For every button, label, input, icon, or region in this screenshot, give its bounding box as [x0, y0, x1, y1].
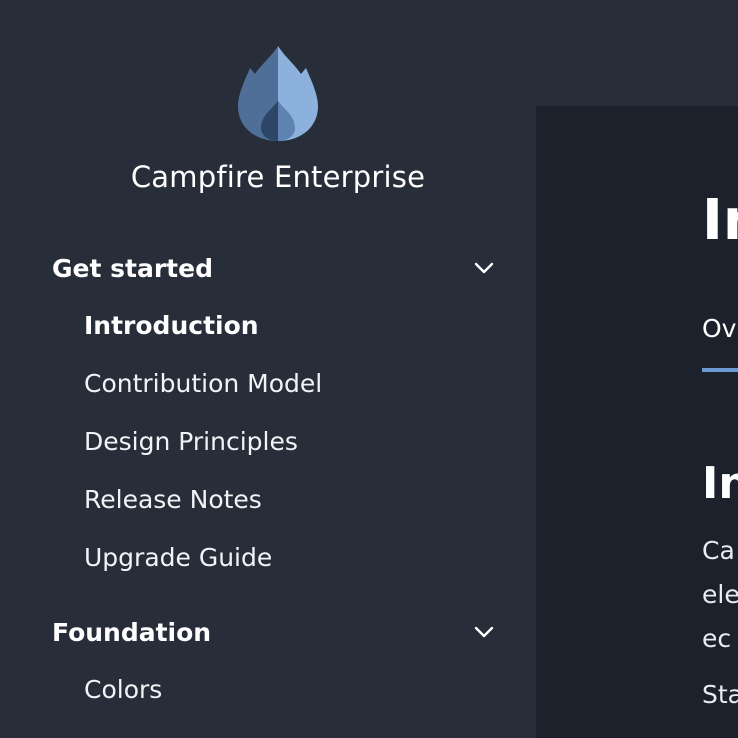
chevron-down-icon: [474, 262, 494, 274]
sidebar-section-label: Foundation: [52, 617, 212, 647]
paragraph-line: Ca: [702, 536, 735, 565]
active-tab-indicator: [702, 368, 738, 372]
section-heading: In: [702, 458, 738, 509]
flame-icon: [238, 46, 318, 141]
sidebar: Campfire Enterprise Get started Introduc…: [0, 0, 536, 738]
app-window: Campfire Enterprise Get started Introduc…: [0, 0, 738, 738]
paragraph-line: ele: [702, 580, 738, 609]
sidebar-item-design-principles[interactable]: Design Principles: [84, 422, 298, 462]
chevron-down-icon: [474, 626, 494, 638]
brand-name: Campfire Enterprise: [130, 160, 426, 194]
page-title: In: [702, 188, 738, 253]
tab-overview[interactable]: Ov: [702, 314, 736, 343]
sidebar-item-introduction[interactable]: Introduction: [84, 306, 259, 346]
main-content: In Ov In Ca ele ec Sta: [536, 106, 738, 738]
sidebar-item-upgrade-guide[interactable]: Upgrade Guide: [84, 538, 272, 578]
sidebar-item-colors[interactable]: Colors: [84, 670, 162, 710]
paragraph-line: ec: [702, 624, 732, 653]
sidebar-section-get-started[interactable]: Get started: [52, 248, 498, 288]
sidebar-section-foundation[interactable]: Foundation: [52, 612, 498, 652]
paragraph-text: Sta: [702, 680, 738, 709]
sidebar-item-release-notes[interactable]: Release Notes: [84, 480, 262, 520]
sidebar-section-label: Get started: [52, 253, 213, 283]
sidebar-item-contribution-model[interactable]: Contribution Model: [84, 364, 322, 404]
